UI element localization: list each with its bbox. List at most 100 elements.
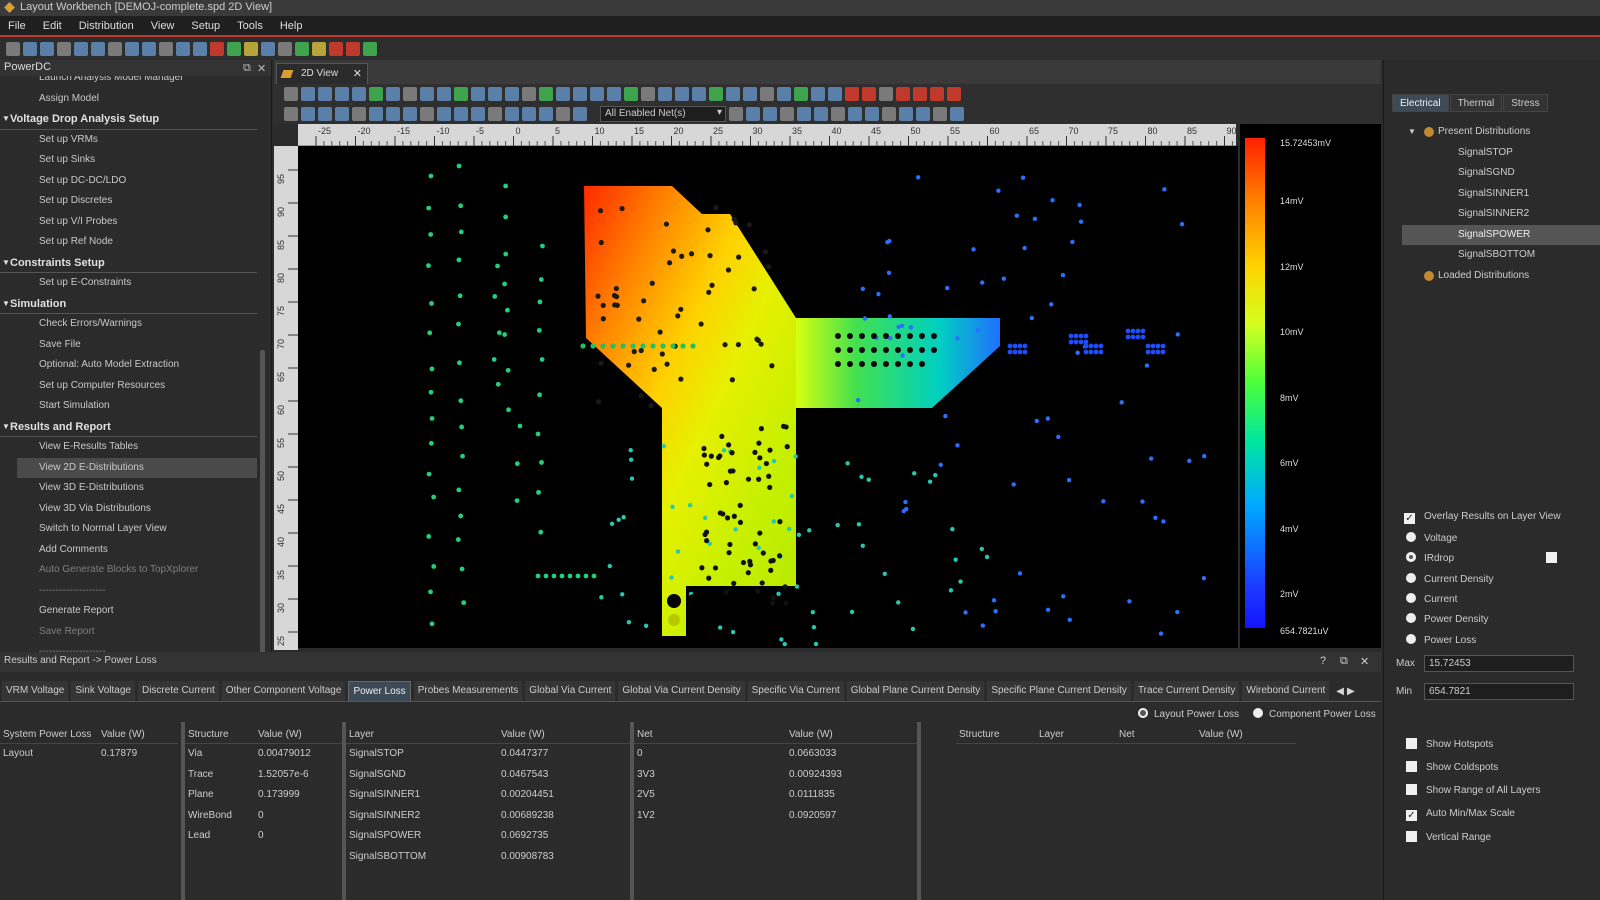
view-tool-icon[interactable]: [505, 107, 519, 121]
view-tool-icon[interactable]: [814, 107, 828, 121]
tree-item[interactable]: View E-Results Tables: [0, 437, 271, 458]
menu-file[interactable]: File: [8, 20, 26, 32]
view-tool-icon[interactable]: [590, 87, 604, 101]
tree-item[interactable]: Switch to Normal Layer View: [0, 519, 271, 540]
view-tool-icon[interactable]: [726, 87, 740, 101]
mode-radio[interactable]: Current Density: [1406, 572, 1493, 585]
option-checkbox[interactable]: Show Hotspots: [1406, 738, 1493, 750]
layer-node[interactable]: SignalSBOTTOM: [1402, 245, 1600, 266]
view-tool-icon[interactable]: [301, 87, 315, 101]
result-tab[interactable]: VRM Voltage: [2, 681, 69, 701]
tab-2d-view[interactable]: 2D View ✕: [276, 63, 368, 84]
expand-triangle-icon[interactable]: ▼: [1408, 122, 1416, 143]
column-header[interactable]: Layer: [1036, 725, 1116, 743]
toolbar-button-icon[interactable]: [278, 42, 292, 56]
view-tool-icon[interactable]: [488, 107, 502, 121]
tree-item[interactable]: Set up VRMs: [0, 130, 271, 151]
view-tool-icon[interactable]: [335, 107, 349, 121]
tab-thermal[interactable]: Thermal: [1449, 94, 1503, 112]
view-tool-icon[interactable]: [522, 87, 536, 101]
menu-setup[interactable]: Setup: [191, 20, 220, 32]
table-row[interactable]: 1V2 0.0920597: [634, 806, 918, 827]
toolbar-button-icon[interactable]: [363, 42, 377, 56]
toolbar-button-icon[interactable]: [91, 42, 105, 56]
view-tool-icon[interactable]: [828, 87, 842, 101]
menu-help[interactable]: Help: [280, 20, 303, 32]
column-header[interactable]: Value (W): [98, 725, 178, 743]
view-tool-icon[interactable]: [831, 107, 845, 121]
view-tool-icon[interactable]: [760, 87, 774, 101]
table-row[interactable]: SignalSINNER2 0.00689238: [346, 806, 630, 827]
result-tab[interactable]: Discrete Current: [137, 681, 219, 701]
column-splitter[interactable]: [181, 722, 185, 900]
view-tool-icon[interactable]: [930, 87, 944, 101]
min-input[interactable]: 654.7821: [1424, 683, 1574, 700]
tree-item[interactable]: Set up Sinks: [0, 150, 271, 171]
menu-edit[interactable]: Edit: [43, 20, 62, 32]
tree-item[interactable]: View 3D Via Distributions: [0, 499, 271, 520]
toolbar-button-icon[interactable]: [227, 42, 241, 56]
view-tool-icon[interactable]: [913, 87, 927, 101]
toolbar-button-icon[interactable]: [57, 42, 71, 56]
mode-radio[interactable]: IRdrop: [1406, 552, 1454, 564]
collapse-triangle-icon[interactable]: ▼: [2, 253, 10, 273]
toolbar-button-icon[interactable]: [244, 42, 258, 56]
tree-item[interactable]: Optional: Auto Model Extraction: [0, 355, 271, 376]
tree-item[interactable]: Set up V/I Probes: [0, 212, 271, 233]
tree-item[interactable]: --------------------: [0, 581, 271, 602]
toolbar-button-icon[interactable]: [261, 42, 275, 56]
collapse-triangle-icon[interactable]: ▼: [2, 417, 10, 437]
toolbar-button-icon[interactable]: [295, 42, 309, 56]
view-tool-icon[interactable]: [369, 107, 383, 121]
component-power-loss-radio[interactable]: Component Power Loss: [1253, 708, 1376, 720]
view-tool-icon[interactable]: [284, 87, 298, 101]
tree-item[interactable]: Start Simulation: [0, 396, 271, 417]
tree-item[interactable]: View 2D E-Distributions: [17, 457, 257, 478]
mode-radio[interactable]: Current: [1406, 592, 1457, 605]
tree-item[interactable]: Add Comments: [0, 540, 271, 561]
view-tool-icon[interactable]: [862, 87, 876, 101]
close-icon[interactable]: ✕: [1360, 655, 1369, 668]
view-tool-icon[interactable]: [743, 87, 757, 101]
view-tool-icon[interactable]: [352, 107, 366, 121]
view-tool-icon[interactable]: [777, 87, 791, 101]
menu-tools[interactable]: Tools: [237, 20, 263, 32]
view-tool-icon[interactable]: [794, 87, 808, 101]
option-checkbox[interactable]: ✓ Auto Min/Max Scale: [1406, 808, 1515, 821]
toolbar-button-icon[interactable]: [6, 42, 20, 56]
result-tab[interactable]: Sink Voltage: [71, 681, 135, 701]
max-input[interactable]: 15.72453: [1424, 655, 1574, 672]
view-tool-icon[interactable]: [556, 87, 570, 101]
column-splitter[interactable]: [630, 722, 634, 900]
toolbar-button-icon[interactable]: [23, 42, 37, 56]
toolbar-button-icon[interactable]: [108, 42, 122, 56]
mode-radio[interactable]: Power Loss: [1406, 633, 1476, 646]
column-header[interactable]: Value (W): [498, 725, 630, 743]
result-tab[interactable]: Power Loss: [348, 681, 411, 701]
toolbar-button-icon[interactable]: [210, 42, 224, 56]
table-row[interactable]: SignalSINNER1 0.00204451: [346, 785, 630, 806]
close-tab-icon[interactable]: ✕: [353, 67, 362, 80]
layer-node[interactable]: SignalSINNER2: [1402, 204, 1600, 225]
view-tool-icon[interactable]: [454, 107, 468, 121]
view-tool-icon[interactable]: [607, 87, 621, 101]
tree-item[interactable]: Check Errors/Warnings: [0, 314, 271, 335]
view-tool-icon[interactable]: [420, 107, 434, 121]
result-tab[interactable]: Probes Measurements: [413, 681, 523, 701]
column-header[interactable]: Value (W): [1196, 725, 1296, 743]
tree-item[interactable]: Generate Report: [0, 601, 271, 622]
table-row[interactable]: SignalSBOTTOM 0.00908783: [346, 847, 630, 868]
toolbar-button-icon[interactable]: [176, 42, 190, 56]
tab-electrical[interactable]: Electrical: [1392, 94, 1449, 112]
toolbar-button-icon[interactable]: [193, 42, 207, 56]
tree-item[interactable]: Set up E-Constraints: [0, 273, 271, 294]
view-tool-icon[interactable]: [318, 107, 332, 121]
close-icon[interactable]: ✕: [257, 62, 266, 75]
view-tool-icon[interactable]: [692, 87, 706, 101]
table-row[interactable]: Trace 1.52057e-6: [185, 765, 343, 786]
column-header[interactable]: Net: [1116, 725, 1196, 743]
table-row[interactable]: Plane 0.173999: [185, 785, 343, 806]
view-tool-icon[interactable]: [403, 87, 417, 101]
overlay-checkbox[interactable]: ✓ Overlay Results on Layer View: [1404, 511, 1561, 524]
view-tool-icon[interactable]: [284, 107, 298, 121]
